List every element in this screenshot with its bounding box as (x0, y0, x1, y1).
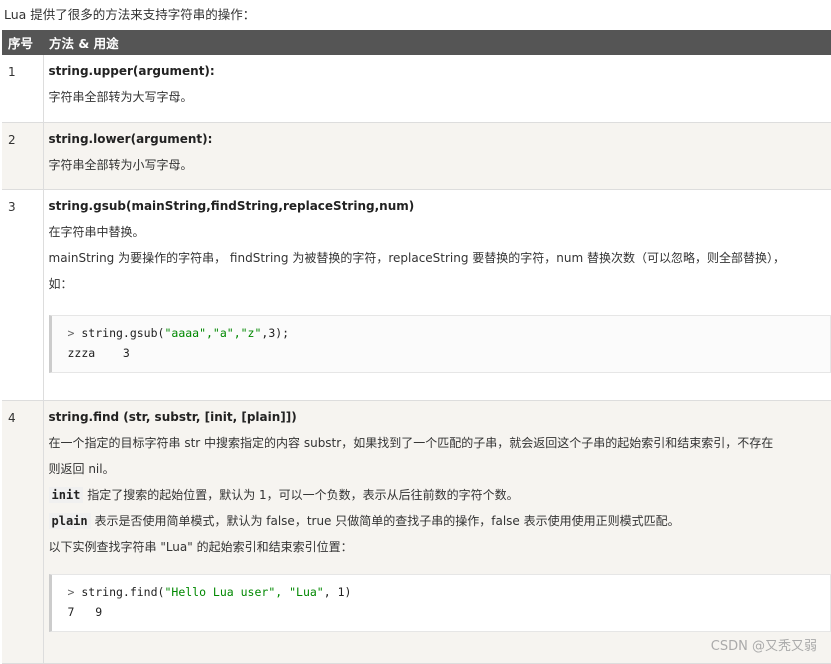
param-init-keyword: init (49, 487, 84, 503)
intro-text: Lua 提供了很多的方法来支持字符串的操作： (4, 4, 255, 23)
method-desc-cont: 则返回 nil。 (49, 456, 831, 482)
code-line: > string.find("Hello Lua user", "Lua", 1… (68, 582, 823, 602)
table-row: 2 string.lower(argument): 字符串全部转为小写字母。 (2, 122, 831, 189)
method-desc: 在一个指定的目标字符串 str 中搜索指定的内容 substr，如果找到了一个匹… (49, 430, 831, 456)
code-tail: ,3); (261, 326, 289, 340)
header-num: 序号 (2, 30, 43, 55)
code-output: zzza 3 (68, 343, 823, 363)
method-name: string.gsub(mainString,findString,replac… (49, 193, 831, 219)
code-output: 7 9 (68, 602, 823, 622)
row-num: 4 (2, 400, 43, 663)
table-row: 4 string.find (str, substr, [init, [plai… (2, 400, 831, 663)
methods-table: 序号 方法 & 用途 1 string.upper(argument): 字符串… (2, 30, 831, 664)
method-name: string.find (str, substr, [init, [plain]… (49, 404, 831, 430)
code-prompt: > (68, 585, 75, 599)
method-name: string.upper(argument): (49, 58, 831, 84)
code-block: > string.gsub("aaaa","a","z",3); zzza 3 (49, 315, 831, 373)
code-fn: string.gsub( (81, 326, 164, 340)
method-desc: 字符串全部转为小写字母。 (49, 152, 831, 178)
code-args: "Hello Lua user", "Lua" (164, 585, 323, 599)
watermark: CSDN @又秃又弱 (711, 635, 817, 654)
method-desc: 在字符串中替换。 (49, 219, 831, 245)
param-plain-desc: 表示是否使用简单模式，默认为 false，true 只做简单的查找子串的操作，f… (94, 514, 679, 528)
code-fn: string.find( (81, 585, 164, 599)
code-args: "aaaa","a","z" (164, 326, 261, 340)
method-desc-params: mainString 为要操作的字符串， findString 为被替换的字符，… (49, 245, 831, 271)
table-row: 3 string.gsub(mainString,findString,repl… (2, 189, 831, 400)
row-num: 2 (2, 122, 43, 189)
code-line: > string.gsub("aaaa","a","z",3); (68, 323, 823, 343)
param-plain: plain 表示是否使用简单模式，默认为 false，true 只做简单的查找子… (49, 508, 831, 534)
method-desc-example: 如： (49, 271, 831, 297)
example-intro: 以下实例查找字符串 "Lua" 的起始索引和结束索引位置： (49, 534, 831, 560)
code-tail: , 1) (324, 585, 352, 599)
method-name: string.lower(argument): (49, 126, 831, 152)
table-header-row: 序号 方法 & 用途 (2, 30, 831, 55)
code-block: > string.find("Hello Lua user", "Lua", 1… (49, 574, 831, 632)
param-init-desc: 指定了搜索的起始位置，默认为 1，可以一个负数，表示从后往前数的字符个数。 (87, 488, 518, 502)
table-row: 1 string.upper(argument): 字符串全部转为大写字母。 (2, 55, 831, 122)
row-num: 1 (2, 55, 43, 122)
code-prompt: > (68, 326, 75, 340)
header-method: 方法 & 用途 (43, 30, 831, 55)
param-init: init 指定了搜索的起始位置，默认为 1，可以一个负数，表示从后往前数的字符个… (49, 482, 831, 508)
row-num: 3 (2, 189, 43, 400)
param-plain-keyword: plain (49, 513, 91, 529)
method-desc: 字符串全部转为大写字母。 (49, 84, 831, 110)
